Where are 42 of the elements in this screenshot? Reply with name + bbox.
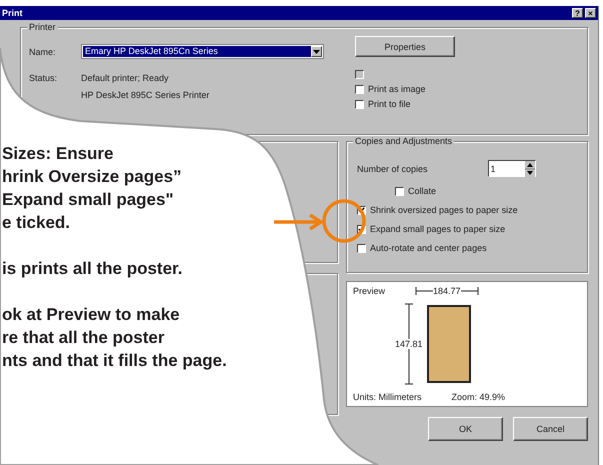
group-label: Copies and Adjustments <box>353 136 454 146</box>
callout-text: is prints all the poster. <box>2 258 184 280</box>
checkbox-label: Print as image <box>368 84 426 94</box>
printer-dropdown[interactable]: Emary HP DeskJet 895Cn Series <box>81 44 324 59</box>
checkbox-label: Collate <box>408 186 436 196</box>
dialog-button[interactable]: OK <box>428 417 503 441</box>
spin-arrows-icon <box>524 160 535 176</box>
checkbox[interactable] <box>355 84 364 94</box>
height-dimension: 147.81 <box>395 339 423 349</box>
field-label: Name: <box>29 46 57 56</box>
dimension-line-icon <box>460 287 479 295</box>
field-label: Status: <box>29 73 58 83</box>
checkbox[interactable] <box>357 244 366 252</box>
status-text: Default printer; Ready <box>81 73 169 83</box>
checkbox-label: Print to file <box>368 99 411 109</box>
checkbox-label: Expand small pages to paper size <box>370 224 506 234</box>
preview-label: Preview <box>353 286 386 296</box>
caret-icon <box>313 50 320 54</box>
checkbox-label: Shrink oversized pages to paper size <box>370 205 518 215</box>
dimension-line-icon <box>404 349 413 385</box>
field-label: Number of copies <box>357 164 428 174</box>
checkbox-label: Auto-rotate and center pages <box>370 243 487 253</box>
close-button[interactable]: × <box>585 8 596 18</box>
dimension-line-icon <box>404 303 413 339</box>
checkbox[interactable] <box>395 186 404 196</box>
group-label: Printer <box>27 22 58 32</box>
printer-type-text: HP DeskJet 895C Series Printer <box>81 90 210 100</box>
width-dimension: 184.77 <box>433 286 461 296</box>
window-title: Print <box>2 8 23 18</box>
checkbox[interactable] <box>355 100 364 108</box>
help-button[interactable]: ? <box>572 8 583 18</box>
properties-button[interactable]: Properties <box>355 36 455 57</box>
callout-text: Sizes: Ensure hrink Oversize pages” Expand small pages" e ticked. <box>2 143 183 234</box>
highlight-circle <box>321 198 367 244</box>
callout-text: ok at Preview to make re that all the poster nts and that it fills the page. <box>2 304 227 372</box>
dimension-line-icon <box>415 287 434 295</box>
arrow-icon <box>274 214 324 230</box>
dialog-button[interactable]: Cancel <box>513 417 588 441</box>
dropdown-button[interactable] <box>311 46 322 57</box>
zoom-text: Zoom: 49.9% <box>452 392 506 402</box>
copies-spinner[interactable]: 1 <box>488 160 536 177</box>
units-text: Units: Millimeters <box>353 392 422 402</box>
